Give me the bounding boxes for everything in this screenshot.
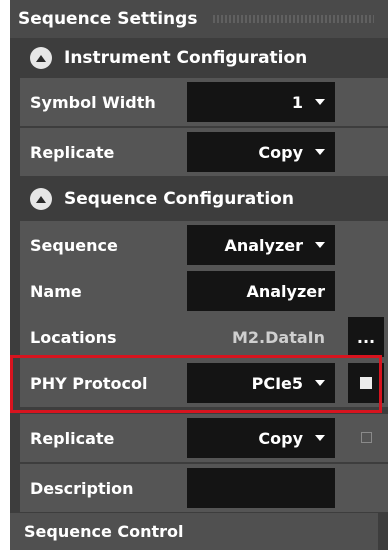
symbol-width-label: Symbol Width: [30, 92, 156, 112]
instrument-replicate-row: Replicate Copy: [20, 128, 388, 176]
description-input[interactable]: [187, 468, 335, 508]
sequence-control-section[interactable]: Sequence Control: [10, 513, 378, 550]
symbol-width-dropdown[interactable]: 1: [187, 82, 335, 122]
sequence-replicate-value: Copy: [258, 428, 303, 448]
locations-value-field: M2.DataIn: [187, 317, 335, 357]
phy-protocol-value: PCIe5: [251, 373, 303, 393]
chevron-down-icon: [315, 435, 325, 441]
chevron-down-icon: [315, 242, 325, 248]
instrument-config-title: Instrument Configuration: [64, 48, 308, 68]
collapse-icon[interactable]: [30, 188, 52, 210]
chevron-down-icon: [315, 380, 325, 386]
name-row: Name Analyzer: [20, 267, 388, 315]
instrument-replicate-dropdown[interactable]: Copy: [187, 132, 335, 172]
phy-protocol-row: PHY Protocol PCIe5: [20, 359, 388, 407]
panel-body: Instrument Configuration Symbol Width 1 …: [10, 38, 388, 550]
collapse-icon[interactable]: [30, 47, 52, 69]
locations-label: Locations: [30, 327, 117, 347]
panel-title-bar[interactable]: Sequence Settings: [10, 0, 388, 38]
checkbox-checked-icon: [360, 377, 372, 389]
sequence-replicate-checkbox[interactable]: [361, 432, 372, 443]
sequence-replicate-row: Replicate Copy: [20, 414, 388, 462]
chevron-down-icon: [315, 99, 325, 105]
sequence-config-header[interactable]: Sequence Configuration: [20, 182, 388, 216]
sequence-settings-panel: Sequence Settings Instrument Configurati…: [0, 0, 388, 550]
phy-protocol-dropdown[interactable]: PCIe5: [187, 363, 335, 403]
locations-row: Locations M2.DataIn ...: [20, 313, 388, 361]
locations-browse-button[interactable]: ...: [348, 317, 384, 357]
phy-protocol-checkbox[interactable]: [348, 363, 384, 403]
instrument-config-header[interactable]: Instrument Configuration: [20, 41, 388, 75]
sequence-dropdown[interactable]: Analyzer: [187, 225, 335, 265]
sequence-label: Sequence: [30, 235, 118, 255]
description-label: Description: [30, 478, 134, 498]
instrument-replicate-value: Copy: [258, 142, 303, 162]
sequence-replicate-label: Replicate: [30, 428, 115, 448]
symbol-width-row: Symbol Width 1: [20, 78, 388, 126]
phy-protocol-label: PHY Protocol: [30, 373, 148, 393]
name-label: Name: [30, 281, 82, 301]
symbol-width-value: 1: [291, 92, 303, 112]
description-row: Description: [20, 464, 388, 512]
instrument-replicate-label: Replicate: [30, 142, 115, 162]
name-input[interactable]: Analyzer: [187, 271, 335, 311]
panel-title: Sequence Settings: [18, 9, 198, 29]
sequence-control-label: Sequence Control: [24, 522, 184, 541]
sequence-value: Analyzer: [224, 235, 303, 255]
drag-grip[interactable]: [213, 15, 374, 23]
sequence-config-title: Sequence Configuration: [64, 189, 294, 209]
name-value: Analyzer: [246, 281, 325, 301]
chevron-down-icon: [315, 149, 325, 155]
sequence-row: Sequence Analyzer: [20, 221, 388, 269]
sequence-replicate-dropdown[interactable]: Copy: [187, 418, 335, 458]
locations-value: M2.DataIn: [232, 327, 325, 347]
